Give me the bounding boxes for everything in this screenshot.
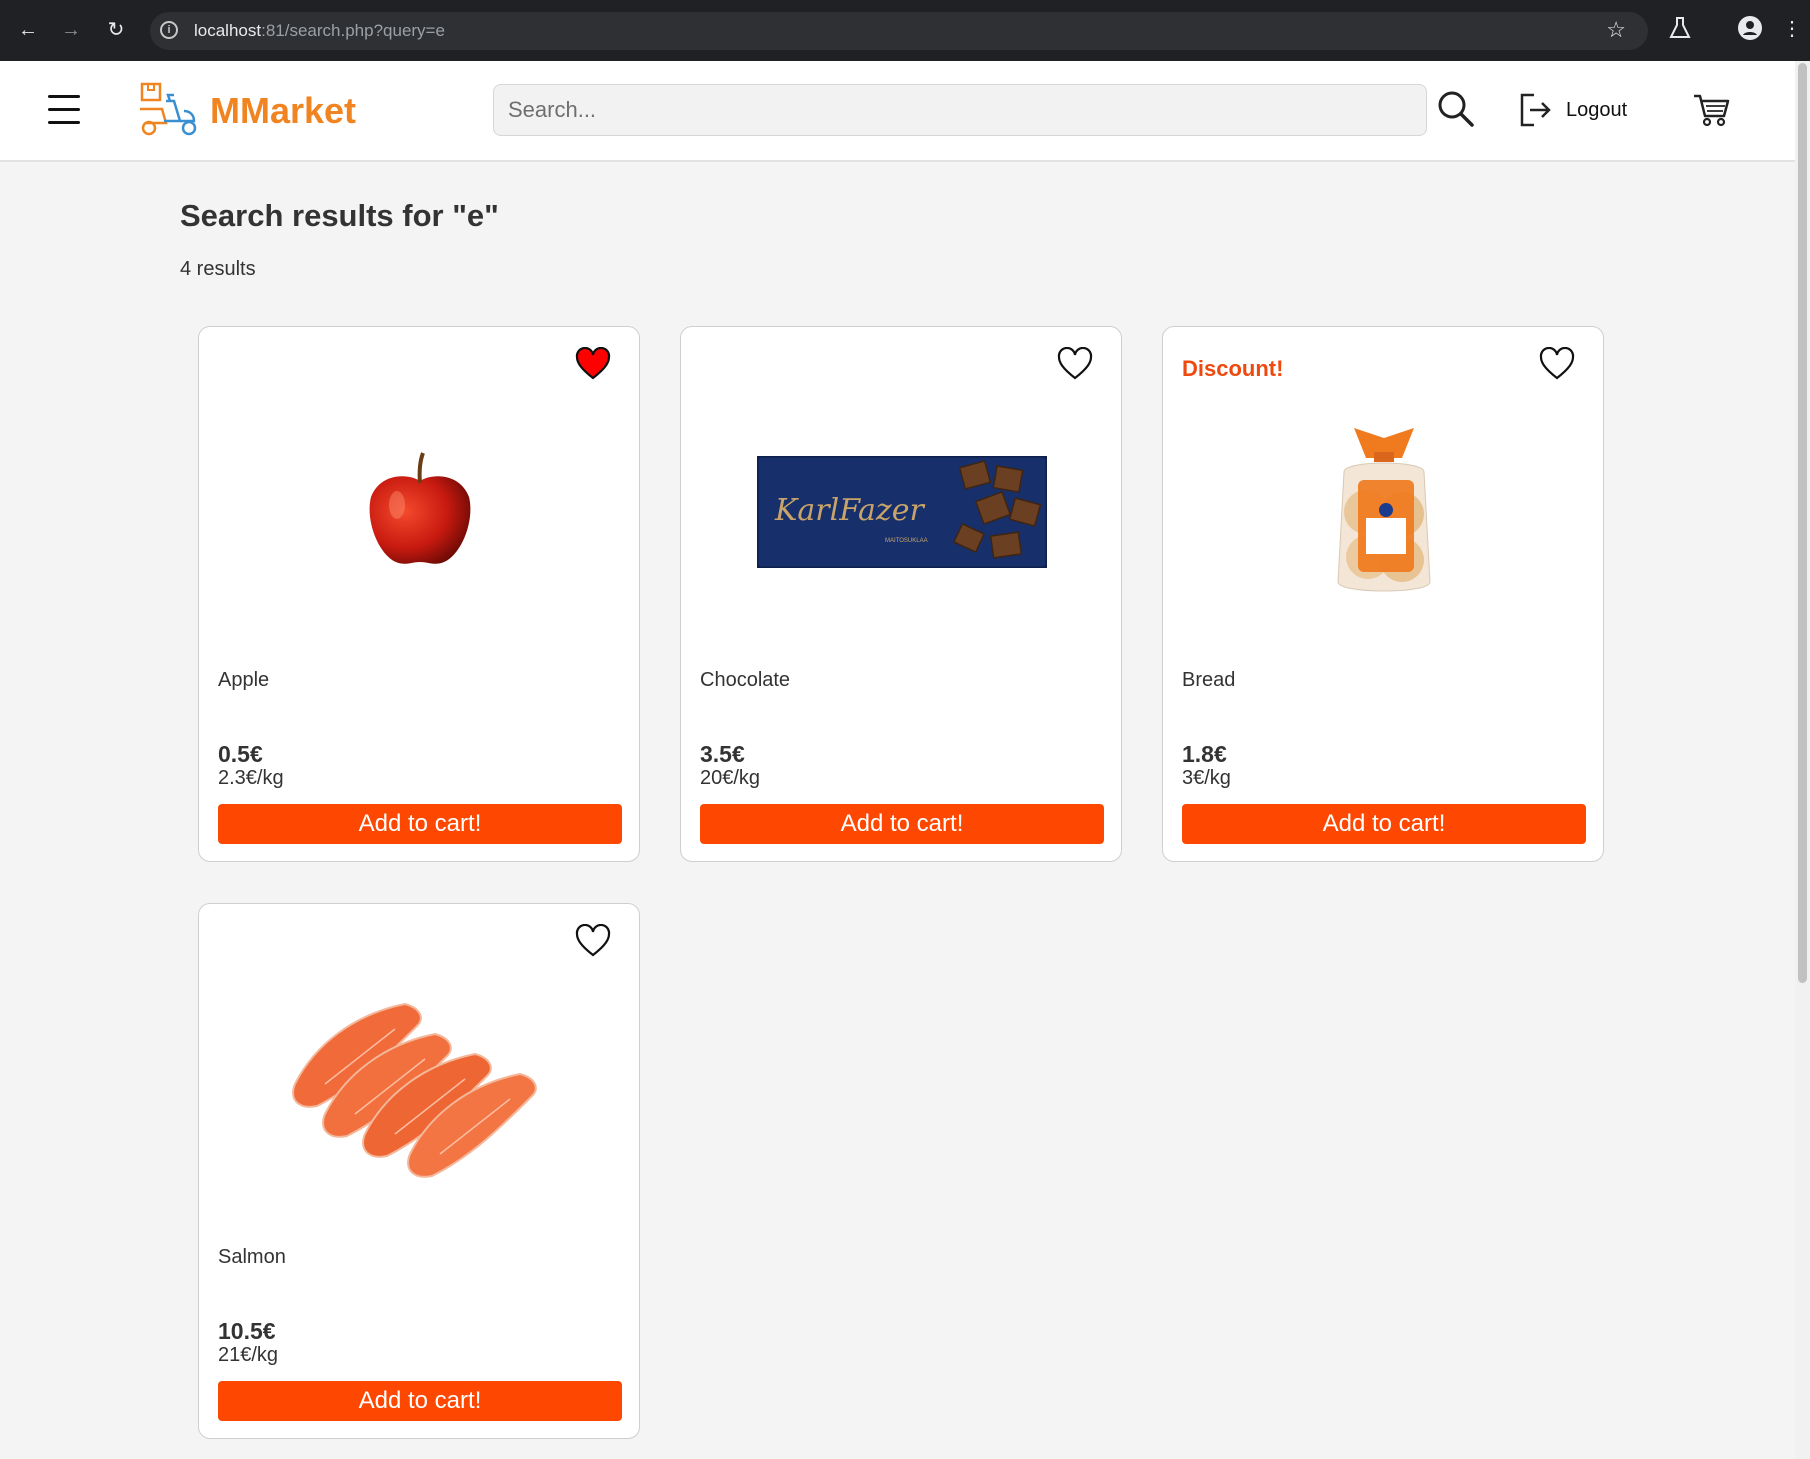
bookmark-star-icon[interactable]: ☆ [1606, 17, 1626, 43]
product-card-chocolate: KarlFazer MAITOSUKLAA Chocolate 3.5€ 20€… [680, 326, 1122, 862]
logout-button[interactable]: Logout [1518, 89, 1627, 131]
browser-toolbar: ← → ↻ i localhost:81/search.php?query=e … [0, 0, 1810, 61]
scrollbar-thumb[interactable] [1798, 63, 1807, 983]
add-to-cart-button[interactable]: Add to cart! [218, 804, 622, 844]
product-unit-price: 20€/kg [700, 767, 761, 789]
product-card-salmon: Salmon 10.5€ 21€/kg Add to cart! [198, 903, 640, 1439]
chocolate-sub-text: MAITOSUKLAA [885, 538, 928, 544]
browser-menu-icon[interactable]: ⋮ [1778, 16, 1806, 41]
product-image-salmon[interactable] [218, 974, 622, 1204]
add-to-cart-button[interactable]: Add to cart! [1182, 804, 1586, 844]
add-to-cart-button[interactable]: Add to cart! [700, 804, 1104, 844]
profile-icon[interactable] [1736, 16, 1764, 46]
back-icon[interactable]: ← [14, 16, 42, 44]
page-scrollbar[interactable] [1795, 61, 1810, 1459]
results-count: 4 results [180, 258, 256, 280]
product-card-apple: Apple 0.5€ 2.3€/kg Add to cart! [198, 326, 640, 862]
url-path: :81/search.php?query=e [261, 21, 445, 40]
product-unit-price: 21€/kg [218, 1344, 279, 1366]
logout-icon [1520, 93, 1551, 127]
search-input[interactable] [493, 84, 1427, 136]
product-price: 10.5€ [218, 1318, 276, 1344]
url-host: localhost [194, 21, 262, 40]
product-card-bread: Discount! Bread 1.8€ 3€/kg Add to cart! [1162, 326, 1604, 862]
url-text[interactable]: localhost:81/search.php?query=e [194, 21, 445, 41]
site-info-icon[interactable]: i [160, 21, 178, 39]
page-title: Search results for "e" [180, 198, 499, 233]
product-image-bread[interactable] [1182, 397, 1586, 627]
product-unit-price: 2.3€/kg [218, 767, 284, 789]
add-to-cart-button[interactable]: Add to cart! [218, 1381, 622, 1421]
address-bar[interactable]: i localhost:81/search.php?query=e ☆ [150, 12, 1648, 50]
product-image-apple[interactable] [218, 397, 622, 627]
product-name[interactable]: Salmon [218, 1246, 286, 1269]
delivery-scooter-logo-icon[interactable] [136, 81, 200, 139]
brand-name[interactable]: MMarket [210, 90, 356, 132]
favorite-heart-outline-icon[interactable] [1539, 347, 1575, 381]
hamburger-menu-icon[interactable] [48, 95, 80, 125]
reload-icon[interactable]: ↻ [102, 16, 130, 44]
labs-flask-icon[interactable] [1666, 16, 1694, 46]
product-name[interactable]: Chocolate [700, 669, 790, 692]
product-price: 0.5€ [218, 741, 263, 767]
favorite-heart-outline-icon[interactable] [1057, 347, 1093, 381]
chocolate-brand-text: KarlFazer [774, 493, 925, 528]
discount-badge: Discount! [1182, 356, 1284, 381]
shopping-cart-icon[interactable] [1692, 91, 1730, 129]
product-name[interactable]: Bread [1182, 669, 1235, 692]
product-name[interactable]: Apple [218, 669, 269, 692]
product-price: 1.8€ [1182, 741, 1227, 767]
site-header: MMarket Logout [0, 61, 1810, 162]
product-price: 3.5€ [700, 741, 745, 767]
favorite-heart-outline-icon[interactable] [575, 924, 611, 958]
product-unit-price: 3€/kg [1182, 767, 1231, 789]
forward-icon[interactable]: → [57, 16, 85, 44]
search-icon[interactable] [1436, 89, 1476, 129]
favorite-heart-filled-icon[interactable] [575, 347, 611, 381]
product-image-chocolate[interactable]: KarlFazer MAITOSUKLAA [700, 397, 1104, 627]
logout-label: Logout [1566, 98, 1628, 121]
